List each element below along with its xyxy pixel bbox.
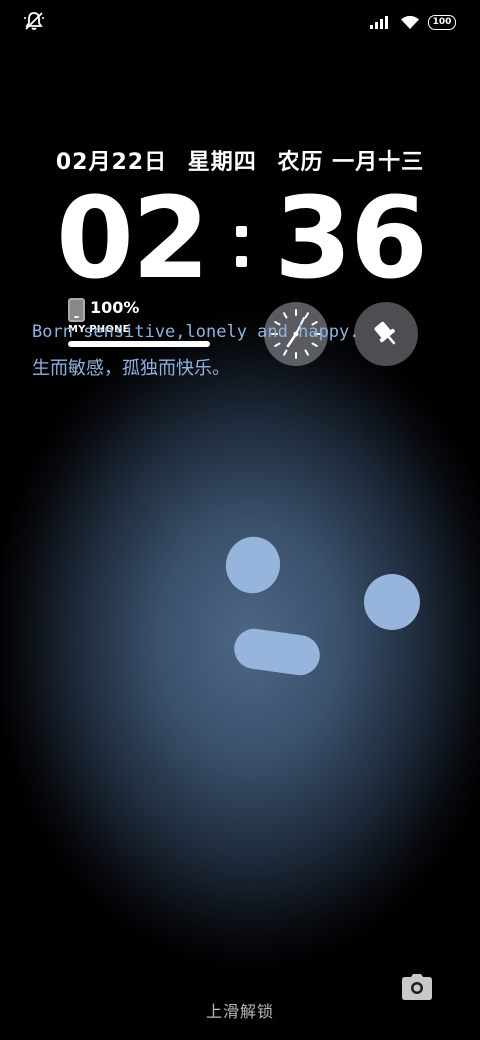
date-line: 02月22日 星期四 农历 一月十三 [0, 144, 480, 176]
swipe-up-unlock-hint[interactable]: 上滑解锁 [0, 998, 480, 1022]
battery-icon: 100 [428, 14, 456, 30]
phone-icon [68, 298, 85, 322]
quote-english: Born sensitive,lonely and happy. [32, 322, 360, 342]
weekday: 星期四 [187, 150, 257, 175]
clock-minutes: 36 [274, 174, 428, 304]
clock-hours: 02 [56, 174, 210, 304]
camera-icon [402, 974, 432, 1000]
camera-shortcut-button[interactable] [402, 974, 432, 1000]
battery-level: 100 [432, 16, 452, 27]
status-icons: 100 [370, 12, 456, 32]
lock-clock: 02 36 [56, 174, 428, 304]
lunar-date: 农历 一月十三 [277, 150, 425, 175]
status-bar: 100 [0, 0, 480, 42]
wallpaper-right-eye [353, 563, 431, 641]
pin-widget[interactable] [354, 302, 418, 366]
quote-chinese: 生而敏感，孤独而快乐。 [32, 358, 230, 379]
device-battery-percent: 100% [90, 298, 140, 317]
date: 02月22日 [55, 150, 168, 175]
wallpaper-left-eye [219, 530, 287, 600]
clock-colon [232, 204, 250, 274]
mute-icon [22, 10, 46, 32]
wallpaper-mouth [231, 626, 323, 678]
lock-screen[interactable]: 100 02月22日 星期四 农历 一月十三 02 36 100% MY PHO… [0, 0, 480, 1040]
pushpin-icon [374, 321, 396, 345]
wifi-icon [401, 15, 419, 29]
signal-icon [370, 16, 388, 29]
